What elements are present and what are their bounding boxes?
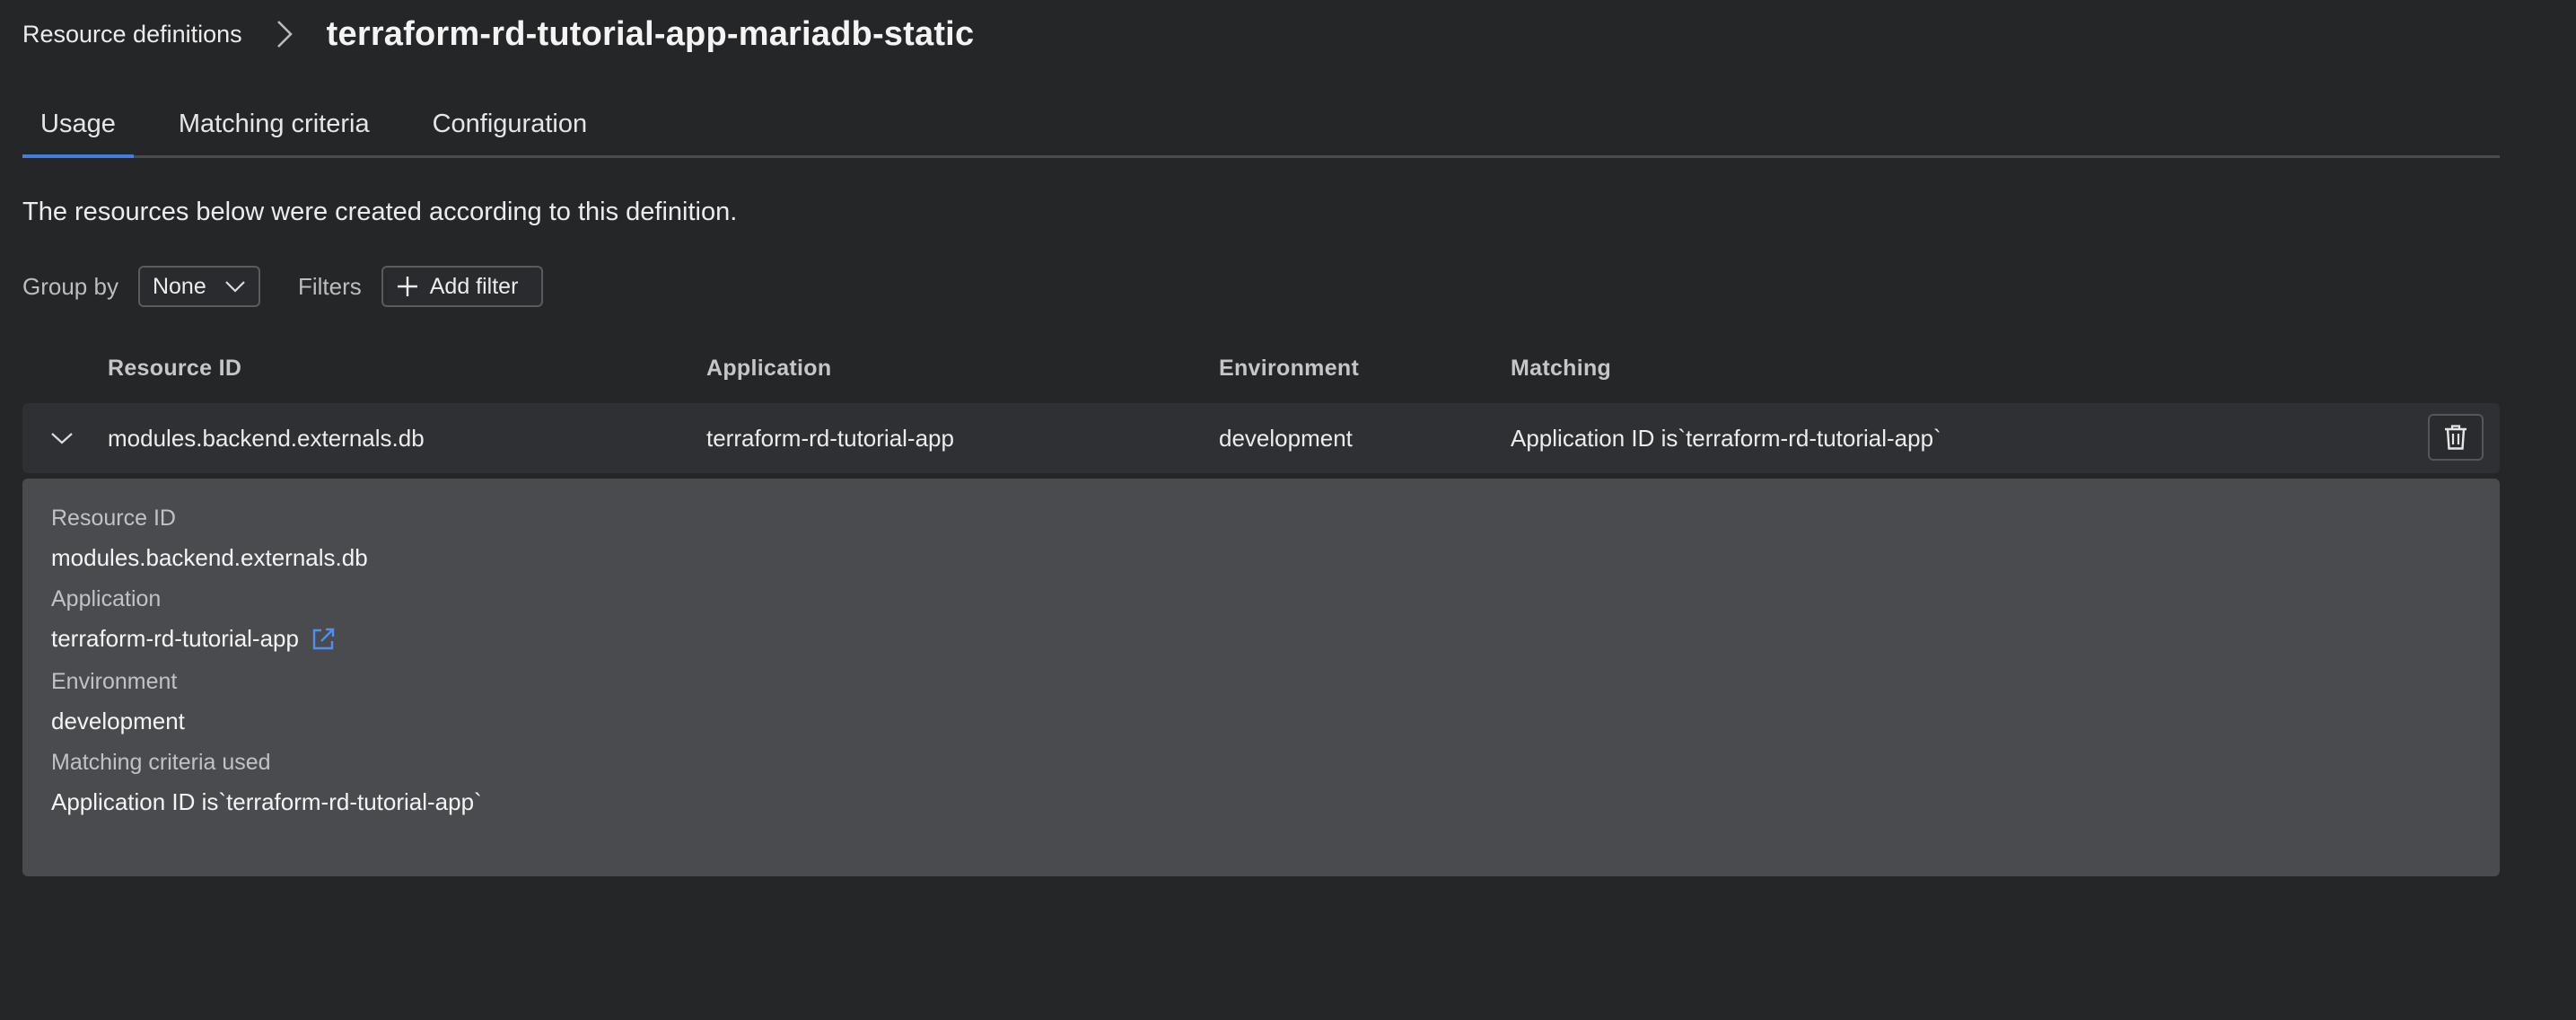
plus-icon <box>397 277 417 296</box>
detail-application-value-row: terraform-rd-tutorial-app <box>51 625 337 653</box>
column-header-application: Application <box>706 356 832 381</box>
cell-application: terraform-rd-tutorial-app <box>706 424 954 452</box>
detail-matching-label: Matching criteria used <box>51 750 271 775</box>
breadcrumb-resource-definitions-link[interactable]: Resource definitions <box>22 21 242 48</box>
cell-resource-id: modules.backend.externals.db <box>108 424 425 452</box>
cell-matching: Application ID is`terraform-rd-tutorial-… <box>1511 424 1941 452</box>
add-filter-button[interactable]: Add filter <box>381 266 543 307</box>
usage-description: The resources below were created accordi… <box>22 198 738 226</box>
tab-usage[interactable]: Usage <box>22 90 134 158</box>
table-row[interactable]: modules.backend.externals.db terraform-r… <box>22 403 2500 473</box>
chevron-down-icon <box>225 281 245 293</box>
row-detail-panel: Resource ID modules.backend.externals.db… <box>22 479 2500 876</box>
filters-label: Filters <box>297 272 362 300</box>
detail-resource-id-value: modules.backend.externals.db <box>51 544 368 571</box>
detail-resource-id-label: Resource ID <box>51 506 176 531</box>
external-link-icon[interactable] <box>310 626 337 653</box>
breadcrumb: Resource definitions terraform-rd-tutori… <box>22 7 974 61</box>
group-by-select[interactable]: None <box>137 266 260 307</box>
delete-button[interactable] <box>2428 414 2484 461</box>
detail-application: Application terraform-rd-tutorial-app <box>51 586 337 653</box>
detail-resource-id: Resource ID modules.backend.externals.db <box>51 506 368 572</box>
column-header-environment: Environment <box>1219 356 1360 381</box>
chevron-down-icon <box>51 433 73 444</box>
detail-environment-label: Environment <box>51 669 178 694</box>
table-toolbar: Group by None Filters Add filter <box>22 266 543 307</box>
cell-environment: development <box>1219 424 1353 452</box>
tab-matching-criteria[interactable]: Matching criteria <box>161 90 388 158</box>
tab-bar: Usage Matching criteria Configuration <box>22 90 2500 158</box>
group-by-label: Group by <box>22 272 118 300</box>
column-header-resource-id: Resource ID <box>108 356 242 381</box>
detail-application-value: terraform-rd-tutorial-app <box>51 625 299 652</box>
detail-environment: Environment development <box>51 669 185 735</box>
detail-application-label: Application <box>51 586 162 611</box>
tab-configuration[interactable]: Configuration <box>415 90 606 158</box>
column-header-matching: Matching <box>1511 356 1612 381</box>
trash-icon <box>2445 425 2466 450</box>
page: Resource definitions terraform-rd-tutori… <box>0 0 2576 1020</box>
row-collapse-button[interactable] <box>45 421 79 455</box>
detail-matching-value: Application ID is`terraform-rd-tutorial-… <box>51 788 482 815</box>
add-filter-label: Add filter <box>429 273 519 299</box>
chevron-right-icon <box>275 18 294 50</box>
table-header: Resource ID Application Environment Matc… <box>22 356 2500 391</box>
detail-matching: Matching criteria used Application ID is… <box>51 750 482 816</box>
page-title: terraform-rd-tutorial-app-mariadb-static <box>326 14 975 53</box>
group-by-value: None <box>152 273 206 299</box>
detail-environment-value: development <box>51 708 185 734</box>
